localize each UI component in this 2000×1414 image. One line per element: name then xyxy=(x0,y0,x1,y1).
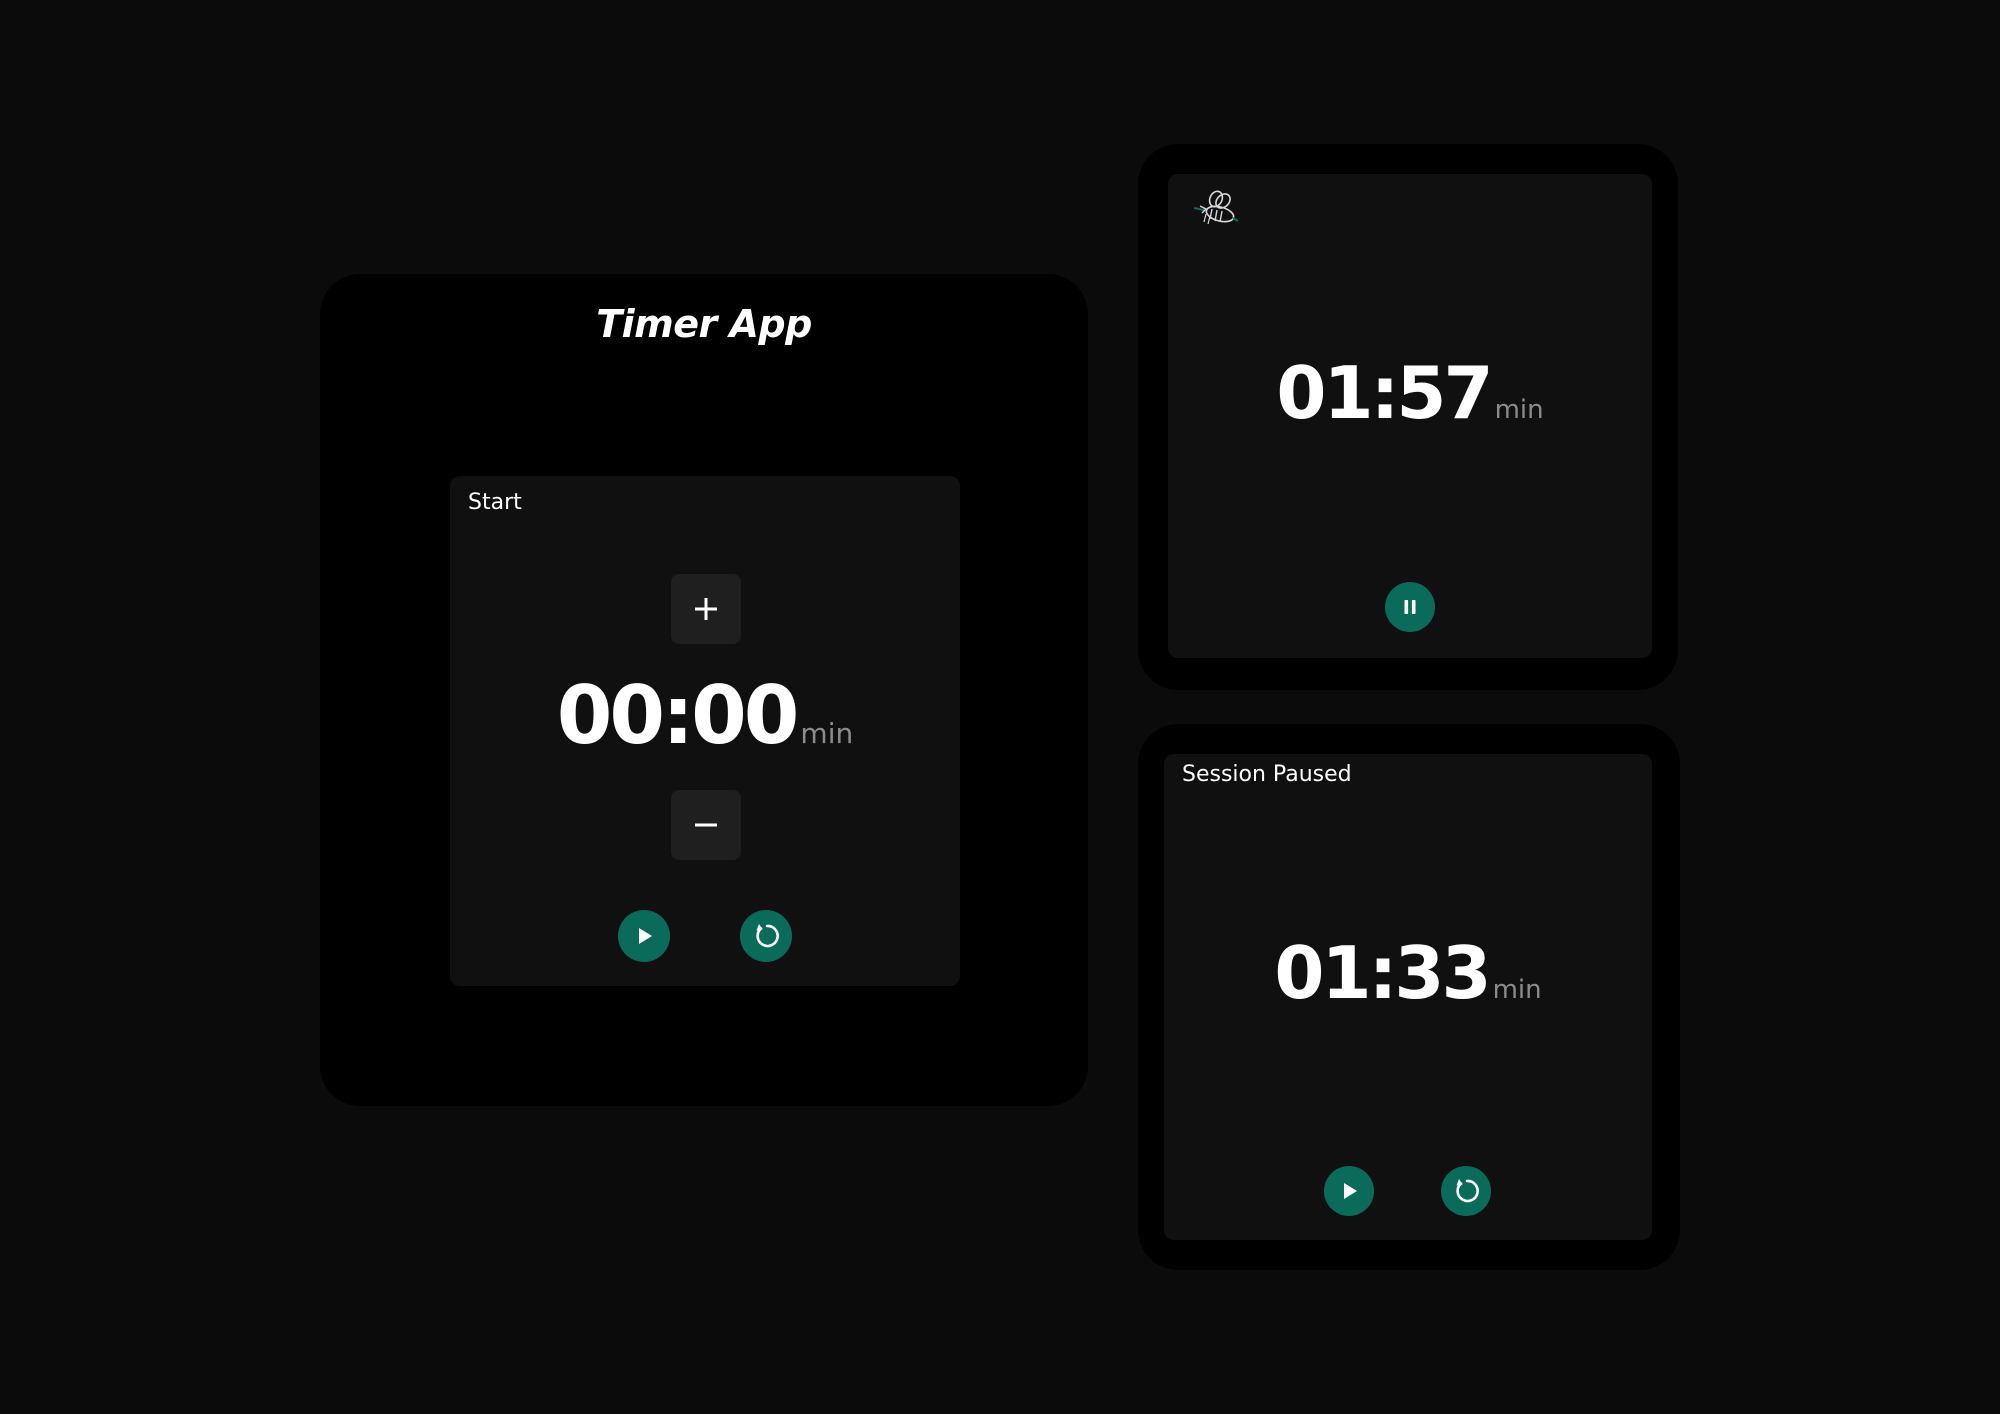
play-button[interactable] xyxy=(1324,1166,1374,1216)
play-button[interactable] xyxy=(618,910,670,962)
paused-timer-panel: Session Paused 01:33 min xyxy=(1164,754,1652,1240)
increment-button[interactable] xyxy=(671,574,741,644)
timer-display: 01:57 min xyxy=(1168,351,1652,435)
timer-app-card: Timer App Start 00:00 min xyxy=(320,274,1088,1106)
timer-setup-panel: Start 00:00 min xyxy=(450,476,960,986)
pause-icon xyxy=(1404,600,1416,614)
reset-button[interactable] xyxy=(1441,1166,1491,1216)
reset-icon xyxy=(756,924,779,948)
play-icon xyxy=(639,928,652,944)
reset-button[interactable] xyxy=(740,910,792,962)
pause-button[interactable] xyxy=(1385,582,1435,632)
timer-display: 01:33 min xyxy=(1164,931,1652,1015)
timer-status-label: Start xyxy=(468,490,522,515)
timer-display: 00:00 min xyxy=(450,672,960,760)
paused-timer-card: Session Paused 01:33 min xyxy=(1138,724,1680,1270)
play-icon xyxy=(1344,1183,1357,1199)
time-value: 01:57 xyxy=(1276,351,1493,435)
timer-status-label: Session Paused xyxy=(1182,762,1352,787)
app-title: Timer App xyxy=(596,302,812,346)
plus-icon xyxy=(695,598,717,620)
minus-icon xyxy=(695,823,717,827)
bee-icon xyxy=(1193,190,1239,225)
decrement-button[interactable] xyxy=(671,790,741,860)
time-value: 00:00 xyxy=(556,669,800,762)
time-unit: min xyxy=(800,717,854,750)
time-unit: min xyxy=(1494,395,1544,425)
running-timer-panel: 01:57 min xyxy=(1168,174,1652,658)
reset-icon xyxy=(1456,1179,1479,1203)
time-value: 01:33 xyxy=(1274,931,1491,1015)
time-unit: min xyxy=(1492,975,1542,1005)
running-timer-card: 01:57 min xyxy=(1138,144,1678,690)
